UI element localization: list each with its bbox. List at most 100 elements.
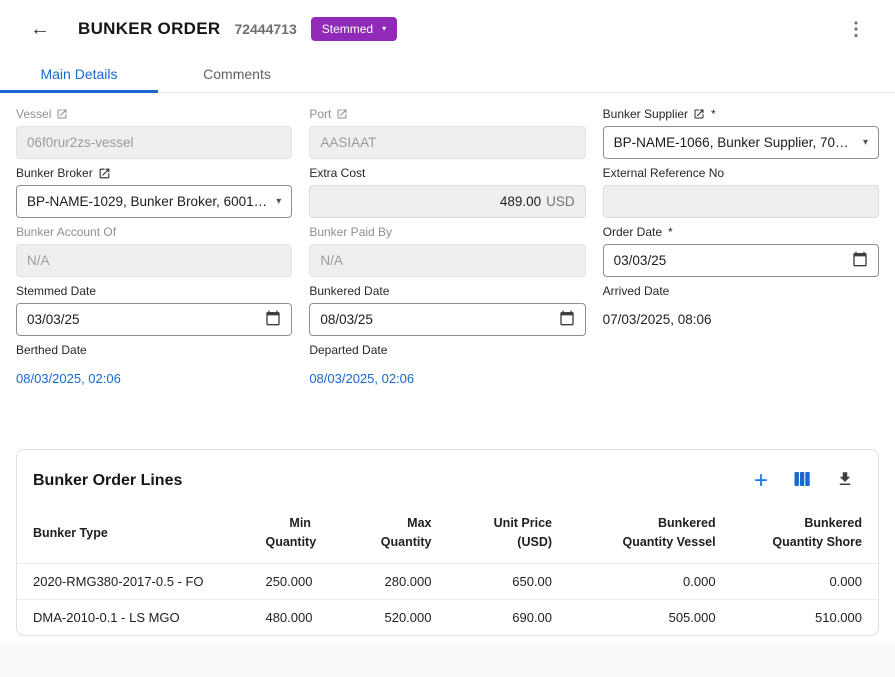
tab-comments[interactable]: Comments bbox=[158, 58, 316, 92]
stemmed-date-label-text: Stemmed Date bbox=[16, 284, 96, 298]
bunker-supplier-select[interactable]: BP-NAME-1066, Bunker Supplier, 70… ▾ bbox=[603, 126, 879, 159]
table-row[interactable]: 2020-RMG380-2017-0.5 - FO 250.000 280.00… bbox=[17, 563, 878, 599]
cell-bunkered-quantity-shore: 510.000 bbox=[732, 599, 878, 635]
bunker-broker-select[interactable]: BP-NAME-1029, Bunker Broker, 6001… ▾ bbox=[16, 185, 292, 218]
columns-button[interactable] bbox=[793, 470, 811, 493]
bunker-account-of-label-text: Bunker Account Of bbox=[16, 225, 116, 239]
download-button[interactable] bbox=[836, 470, 854, 493]
extra-cost-input[interactable]: 489.00 USD bbox=[309, 185, 585, 218]
bunker-account-of-label: Bunker Account Of bbox=[16, 225, 292, 239]
calendar-icon[interactable] bbox=[852, 251, 868, 270]
download-icon bbox=[836, 470, 854, 493]
external-link-icon[interactable] bbox=[693, 108, 705, 120]
field-bunker-broker: Bunker Broker BP-NAME-1029, Bunker Broke… bbox=[16, 166, 292, 218]
header-line: Bunkered bbox=[748, 514, 862, 533]
required-marker: * bbox=[668, 225, 673, 239]
extra-cost-label: Extra Cost bbox=[309, 166, 585, 180]
vertical-ellipsis-icon: ⋮ bbox=[847, 19, 865, 39]
page-title: BUNKER ORDER bbox=[78, 19, 220, 39]
cell-bunkered-quantity-shore: 0.000 bbox=[732, 563, 878, 599]
vessel-label: Vessel bbox=[16, 107, 292, 121]
field-port: Port AASIAAT bbox=[309, 107, 585, 159]
field-bunker-account-of: Bunker Account Of N/A bbox=[16, 225, 292, 277]
columns-icon bbox=[793, 470, 811, 493]
cell-unit-price: 650.00 bbox=[447, 563, 568, 599]
order-lines-table: Bunker Type Min Quantity Max Quantity Un… bbox=[17, 506, 878, 635]
arrived-date-value: 07/03/2025, 08:06 bbox=[603, 303, 879, 336]
external-reference-label: External Reference No bbox=[603, 166, 879, 180]
field-bunker-supplier: Bunker Supplier * BP-NAME-1066, Bunker S… bbox=[603, 107, 879, 159]
arrow-left-icon: ← bbox=[30, 18, 50, 40]
table-row[interactable]: DMA-2010-0.1 - LS MGO 480.000 520.000 69… bbox=[17, 599, 878, 635]
header-line: (USD) bbox=[463, 533, 552, 552]
card-actions: + bbox=[754, 469, 854, 493]
external-reference-input[interactable] bbox=[603, 185, 879, 218]
external-link-icon[interactable] bbox=[56, 108, 68, 120]
main-details-form: Vessel 06f0rur2zs-vessel Port AASIAAT Bu… bbox=[0, 93, 895, 395]
column-header-unit-price: Unit Price (USD) bbox=[447, 506, 568, 563]
vessel-input: 06f0rur2zs-vessel bbox=[16, 126, 292, 159]
bunker-supplier-label-text: Bunker Supplier bbox=[603, 107, 688, 121]
cell-unit-price: 690.00 bbox=[447, 599, 568, 635]
bunker-paid-by-label-text: Bunker Paid By bbox=[309, 225, 392, 239]
port-input: AASIAAT bbox=[309, 126, 585, 159]
column-header-bunker-type: Bunker Type bbox=[17, 506, 249, 563]
bunker-account-of-value: N/A bbox=[27, 253, 50, 268]
more-menu-button[interactable]: ⋮ bbox=[847, 19, 865, 40]
bunker-supplier-value: BP-NAME-1066, Bunker Supplier, 70… bbox=[614, 135, 849, 150]
external-reference-label-text: External Reference No bbox=[603, 166, 724, 180]
field-bunkered-date: Bunkered Date 08/03/25 bbox=[309, 284, 585, 336]
vessel-value: 06f0rur2zs-vessel bbox=[27, 135, 134, 150]
tab-main-details[interactable]: Main Details bbox=[0, 58, 158, 92]
bunkered-date-input[interactable]: 08/03/25 bbox=[309, 303, 585, 336]
berthed-date-label-text: Berthed Date bbox=[16, 343, 87, 357]
required-marker: * bbox=[711, 107, 716, 121]
external-link-icon[interactable] bbox=[336, 108, 348, 120]
header-line: Bunkered bbox=[584, 514, 716, 533]
header-line: Bunker Type bbox=[33, 524, 233, 543]
stemmed-date-label: Stemmed Date bbox=[16, 284, 292, 298]
port-value: AASIAAT bbox=[320, 135, 376, 150]
field-vessel: Vessel 06f0rur2zs-vessel bbox=[16, 107, 292, 159]
field-arrived-date: Arrived Date 07/03/2025, 08:06 bbox=[603, 284, 879, 336]
cell-min-quantity: 480.000 bbox=[249, 599, 326, 635]
header-line: Quantity Vessel bbox=[584, 533, 716, 552]
tab-bar: Main Details Comments bbox=[0, 58, 895, 93]
column-header-bunkered-quantity-shore: Bunkered Quantity Shore bbox=[732, 506, 878, 563]
cell-bunker-type: 2020-RMG380-2017-0.5 - FO bbox=[17, 563, 249, 599]
field-departed-date: Departed Date 08/03/2025, 02:06 bbox=[309, 343, 585, 395]
cell-min-quantity: 250.000 bbox=[249, 563, 326, 599]
header-line: Min bbox=[265, 514, 310, 533]
bunker-broker-label: Bunker Broker bbox=[16, 166, 292, 180]
bunker-paid-by-label: Bunker Paid By bbox=[309, 225, 585, 239]
chevron-down-icon: ▾ bbox=[863, 137, 868, 148]
external-link-icon[interactable] bbox=[98, 167, 111, 180]
header-line: Quantity bbox=[265, 533, 310, 552]
calendar-icon[interactable] bbox=[265, 310, 281, 329]
plus-icon: + bbox=[754, 467, 768, 494]
status-badge[interactable]: Stemmed ▾ bbox=[311, 17, 397, 41]
order-date-label-text: Order Date bbox=[603, 225, 662, 239]
port-label: Port bbox=[309, 107, 585, 121]
departed-date-link[interactable]: 08/03/2025, 02:06 bbox=[309, 362, 585, 395]
back-button[interactable]: ← bbox=[30, 19, 50, 39]
port-label-text: Port bbox=[309, 107, 331, 121]
bunker-account-of-input: N/A bbox=[16, 244, 292, 277]
header-line: Quantity Shore bbox=[748, 533, 862, 552]
card-title: Bunker Order Lines bbox=[33, 472, 182, 490]
stemmed-date-input[interactable]: 03/03/25 bbox=[16, 303, 292, 336]
order-date-label: Order Date * bbox=[603, 225, 879, 239]
status-badge-label: Stemmed bbox=[322, 22, 373, 36]
calendar-icon[interactable] bbox=[559, 310, 575, 329]
departed-date-label-text: Departed Date bbox=[309, 343, 387, 357]
arrived-date-label-text: Arrived Date bbox=[603, 284, 670, 298]
add-line-button[interactable]: + bbox=[754, 469, 768, 493]
page-bottom-background bbox=[0, 643, 895, 677]
berthed-date-link[interactable]: 08/03/2025, 02:06 bbox=[16, 362, 292, 395]
order-date-input[interactable]: 03/03/25 bbox=[603, 244, 879, 277]
field-external-reference-no: External Reference No bbox=[603, 166, 879, 218]
stemmed-date-value: 03/03/25 bbox=[27, 312, 80, 327]
bunker-order-lines-card: Bunker Order Lines + Bunker Type Min bbox=[16, 449, 879, 636]
bunkered-date-label-text: Bunkered Date bbox=[309, 284, 389, 298]
extra-cost-label-text: Extra Cost bbox=[309, 166, 365, 180]
